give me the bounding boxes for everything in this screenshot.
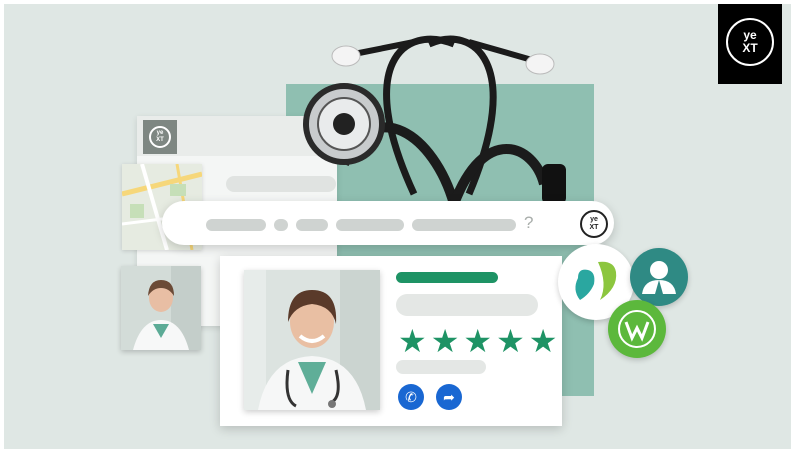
directions-button[interactable]: ➦ xyxy=(436,384,462,410)
rating-stars: ★★★★★ xyxy=(398,323,562,359)
doctor-name-placeholder xyxy=(396,272,498,283)
doctor-portrait xyxy=(244,270,380,410)
physician-avatar-icon xyxy=(642,261,676,294)
doctor-thumbnail-photo xyxy=(121,266,201,350)
phone-button[interactable]: ✆ xyxy=(398,384,424,410)
search-bar[interactable]: ? ye XT xyxy=(162,201,614,245)
search-text-placeholder xyxy=(274,219,288,231)
directions-icon: ➦ xyxy=(443,389,455,405)
doctor-profile-photo xyxy=(244,270,380,410)
yext-logo-mark: ye XT xyxy=(726,18,774,66)
search-text-placeholder xyxy=(206,219,266,231)
search-text-placeholder xyxy=(412,219,516,231)
hero-illustration: ye XT ? ye XT ★★★★★ ✆ ➦ ye XT xyxy=(4,4,791,449)
specialty-placeholder xyxy=(396,294,538,316)
doctor-listing-card: ★★★★★ ✆ ➦ xyxy=(220,256,562,426)
yext-logo: ye XT xyxy=(718,4,782,84)
yext-app-icon: ye XT xyxy=(143,120,177,154)
question-mark-icon: ? xyxy=(524,213,534,232)
address-placeholder xyxy=(396,360,486,374)
yext-mini-logo: ye XT xyxy=(149,126,171,148)
phone-icon: ✆ xyxy=(405,389,417,405)
stethoscope-icon xyxy=(303,35,566,206)
wellness-brand-badge xyxy=(608,300,666,358)
wellness-w-icon xyxy=(618,310,656,348)
search-text-placeholder xyxy=(296,219,328,231)
yext-search-logo[interactable]: ye XT xyxy=(580,210,608,238)
doctor-portrait-small xyxy=(121,266,201,350)
physician-profile-badge xyxy=(630,248,688,306)
search-text-placeholder xyxy=(336,219,404,231)
